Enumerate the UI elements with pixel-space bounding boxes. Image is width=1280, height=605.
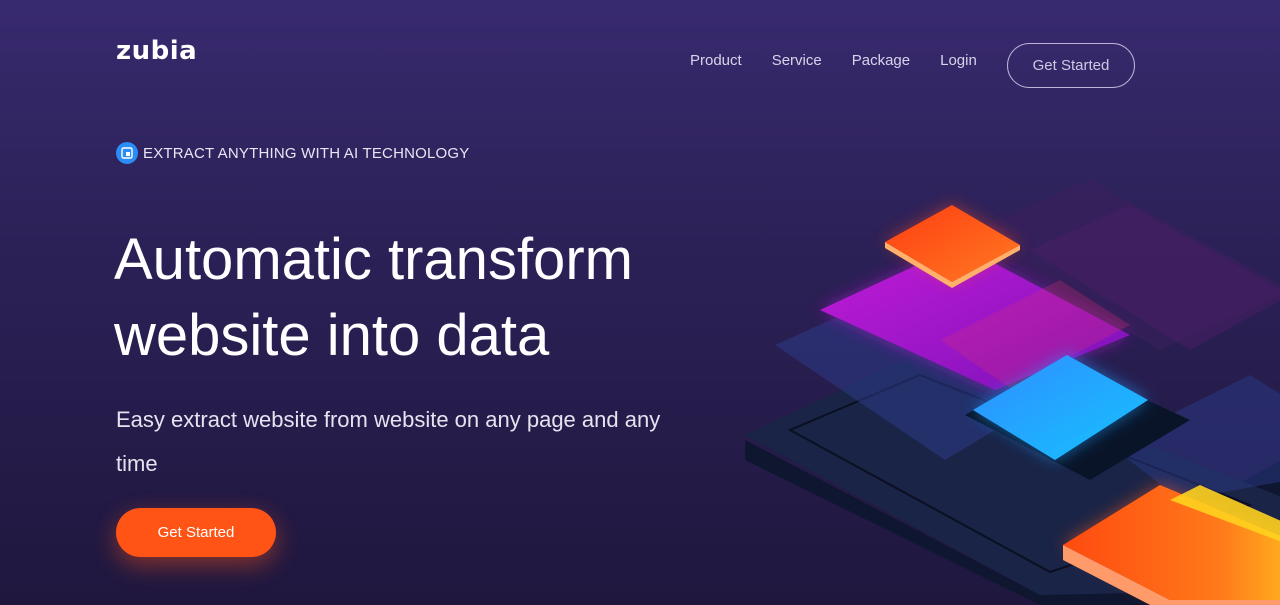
hero-title: Automatic transform website into data (114, 222, 734, 374)
brand-logo[interactable]: zubia (116, 36, 197, 66)
main-nav: Product Service Package Login (690, 52, 1007, 69)
nav-item-service[interactable]: Service (772, 52, 822, 69)
isometric-layers-illustration (745, 180, 1280, 605)
nav-item-login[interactable]: Login (940, 52, 977, 69)
hero-title-line-1: Automatic transform (114, 227, 633, 292)
hero-badge: EXTRACT ANYTHING WITH AI TECHNOLOGY (116, 142, 470, 164)
hero-title-line-2: website into data (114, 303, 550, 368)
nav-item-product[interactable]: Product (690, 52, 742, 69)
hero-get-started-button[interactable]: Get Started (116, 508, 276, 557)
hero-badge-text: EXTRACT ANYTHING WITH AI TECHNOLOGY (143, 144, 470, 162)
document-scan-icon (116, 142, 138, 164)
nav-get-started-button[interactable]: Get Started (1007, 43, 1135, 88)
nav-item-package[interactable]: Package (852, 52, 910, 69)
hero-subtitle: Easy extract website from website on any… (116, 407, 661, 476)
